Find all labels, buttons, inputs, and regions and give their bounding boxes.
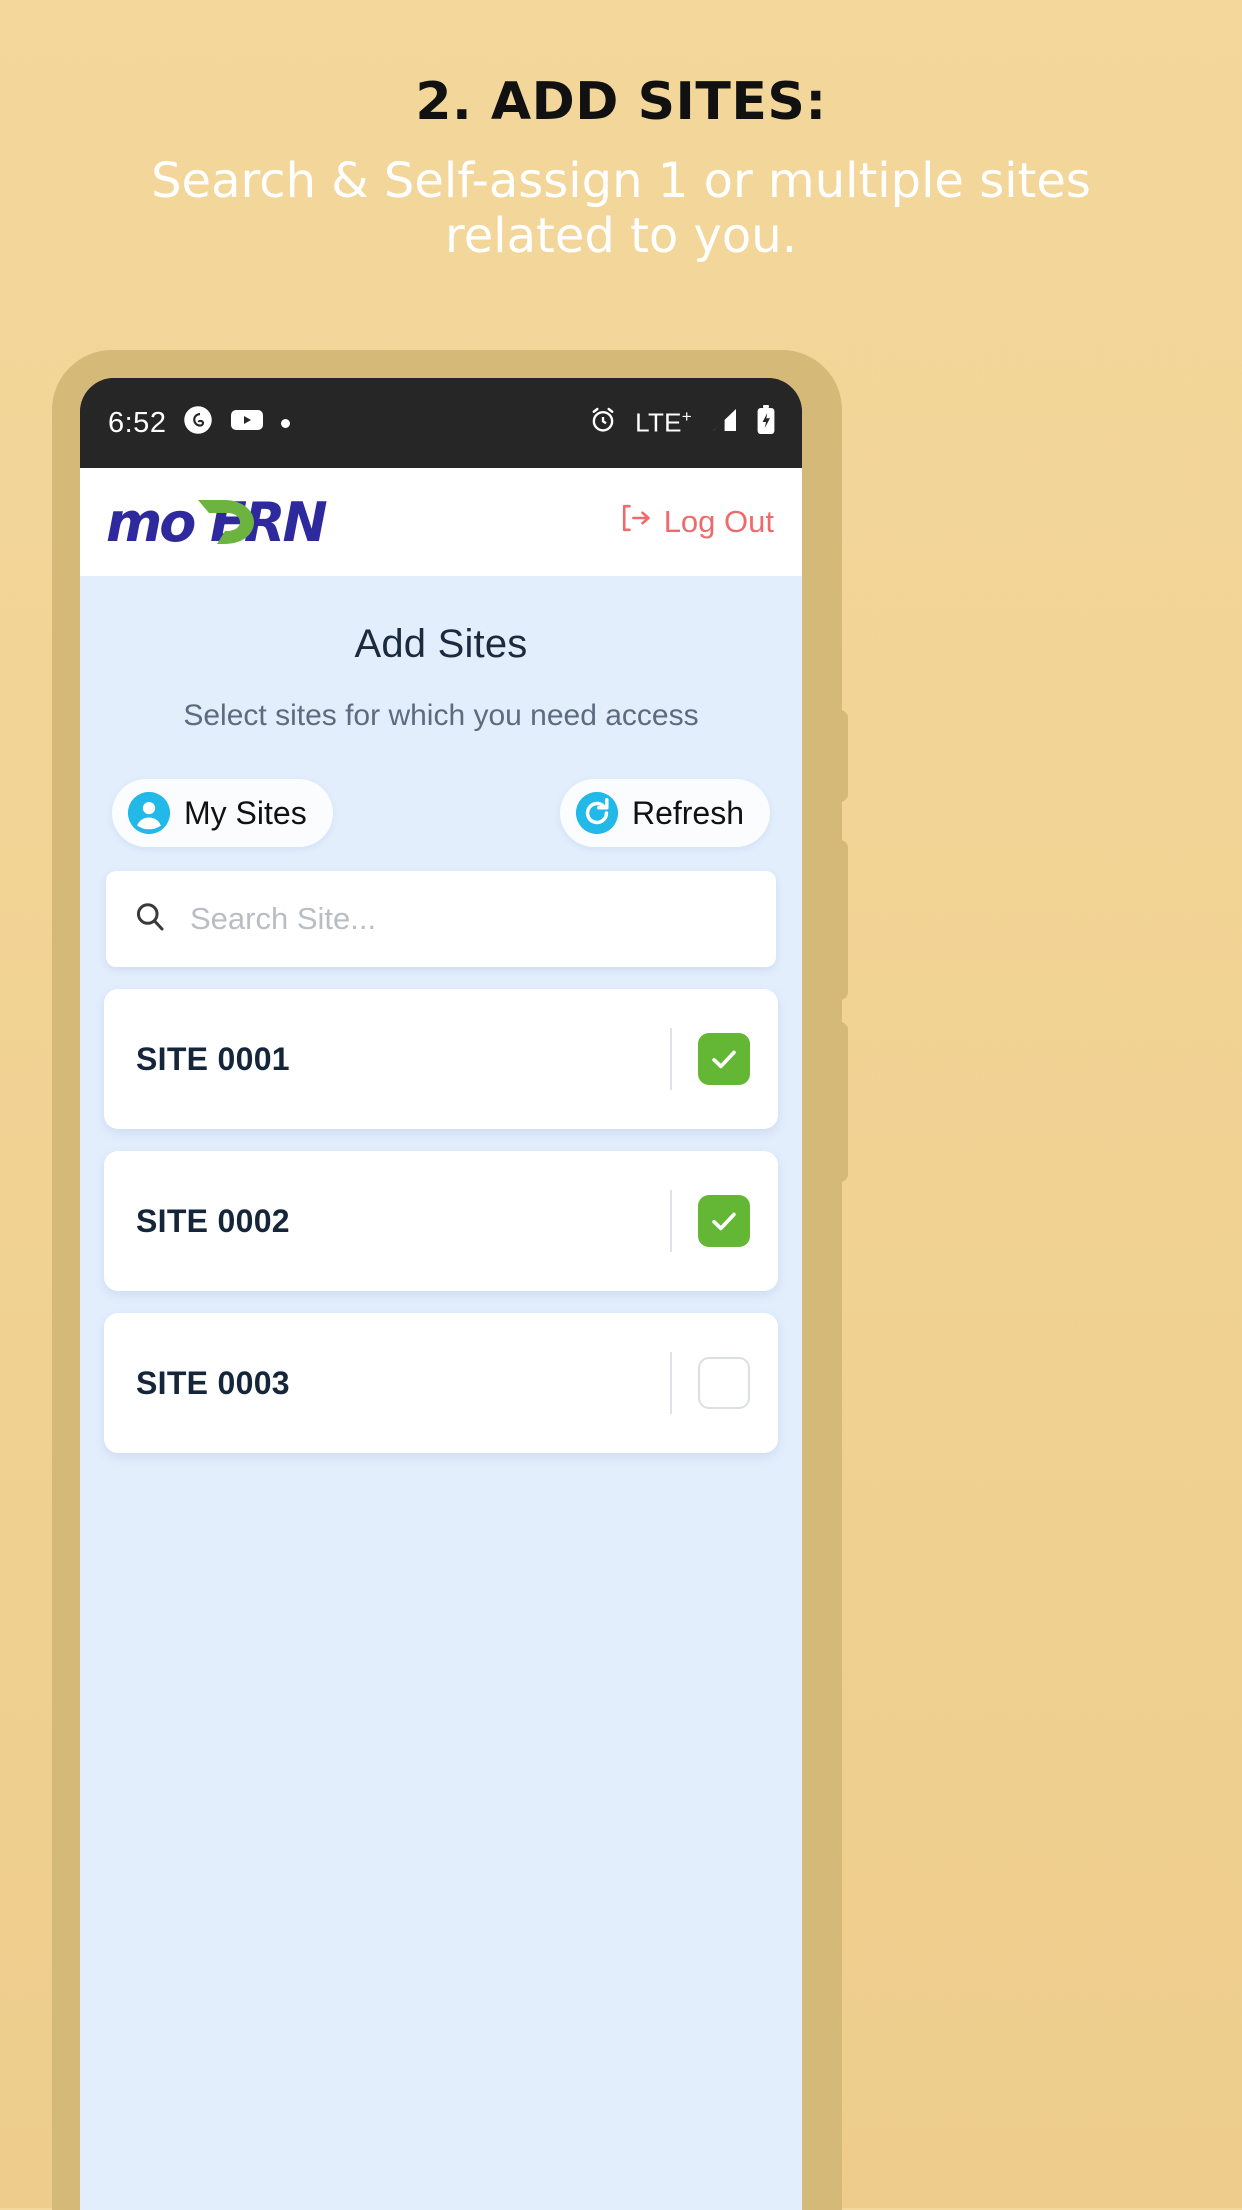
my-sites-label: My Sites bbox=[184, 794, 307, 831]
site-checkbox[interactable] bbox=[698, 1357, 750, 1409]
site-list-item[interactable]: SITE 0001 bbox=[104, 989, 778, 1129]
svg-text:mo: mo bbox=[106, 491, 195, 553]
status-bar: 6:52 LTE+ bbox=[80, 378, 802, 468]
battery-charging-icon bbox=[756, 404, 776, 442]
logout-label: Log Out bbox=[663, 504, 774, 539]
dot-icon bbox=[281, 418, 291, 428]
modern-logo: mo ERN bbox=[106, 491, 342, 553]
logout-button[interactable]: Log Out bbox=[619, 502, 774, 542]
youtube-icon bbox=[230, 407, 264, 440]
app-header: mo ERN Log Out bbox=[80, 468, 802, 576]
phone-side-button-power[interactable] bbox=[836, 710, 848, 802]
search-bar[interactable] bbox=[106, 871, 776, 967]
search-icon bbox=[132, 899, 168, 940]
search-input[interactable] bbox=[190, 901, 750, 937]
phone-side-button-volume-up[interactable] bbox=[836, 840, 848, 1000]
logout-icon bbox=[619, 502, 653, 542]
signal-icon bbox=[709, 407, 739, 440]
my-sites-button[interactable]: My Sites bbox=[112, 779, 333, 847]
site-list-item[interactable]: SITE 0002 bbox=[104, 1151, 778, 1291]
row-divider bbox=[670, 1028, 672, 1090]
promo-subtitle: Search & Self-assign 1 or multiple sites… bbox=[151, 153, 1091, 264]
page-title: Add Sites bbox=[354, 622, 528, 666]
site-checkbox[interactable] bbox=[698, 1195, 750, 1247]
refresh-label: Refresh bbox=[631, 794, 744, 831]
person-icon bbox=[128, 792, 170, 834]
alarm-icon bbox=[588, 405, 618, 442]
search-section bbox=[80, 847, 802, 967]
network-type-label: LTE+ bbox=[635, 407, 692, 438]
phone-frame: 6:52 LTE+ mo ERN Log Out Add Sites Selec… bbox=[52, 350, 848, 2210]
site-list-item[interactable]: SITE 0003 bbox=[104, 1313, 778, 1453]
site-name: SITE 0003 bbox=[136, 1364, 290, 1401]
main-content: Add Sites Select sites for which you nee… bbox=[80, 576, 802, 1453]
status-clock: 6:52 bbox=[108, 406, 167, 439]
action-row: My Sites Refresh bbox=[80, 733, 802, 847]
refresh-icon bbox=[575, 792, 618, 834]
refresh-button[interactable]: Refresh bbox=[559, 779, 770, 847]
threads-icon bbox=[183, 405, 213, 442]
site-list: SITE 0001 SITE 0002 SITE 0003 bbox=[80, 967, 802, 1453]
phone-screen: 6:52 LTE+ mo ERN Log Out Add Sites Selec… bbox=[80, 378, 802, 2210]
site-name: SITE 0002 bbox=[136, 1202, 290, 1239]
site-name: SITE 0001 bbox=[136, 1040, 290, 1077]
row-divider bbox=[670, 1190, 672, 1252]
row-divider bbox=[670, 1352, 672, 1414]
phone-side-button-volume-down[interactable] bbox=[836, 1022, 848, 1182]
promo-title: 2. ADD SITES: bbox=[415, 72, 827, 132]
site-checkbox[interactable] bbox=[698, 1033, 750, 1085]
promo-banner: 2. ADD SITES: Search & Self-assign 1 or … bbox=[0, 0, 1242, 263]
page-subtitle: Select sites for which you need access bbox=[183, 699, 699, 732]
